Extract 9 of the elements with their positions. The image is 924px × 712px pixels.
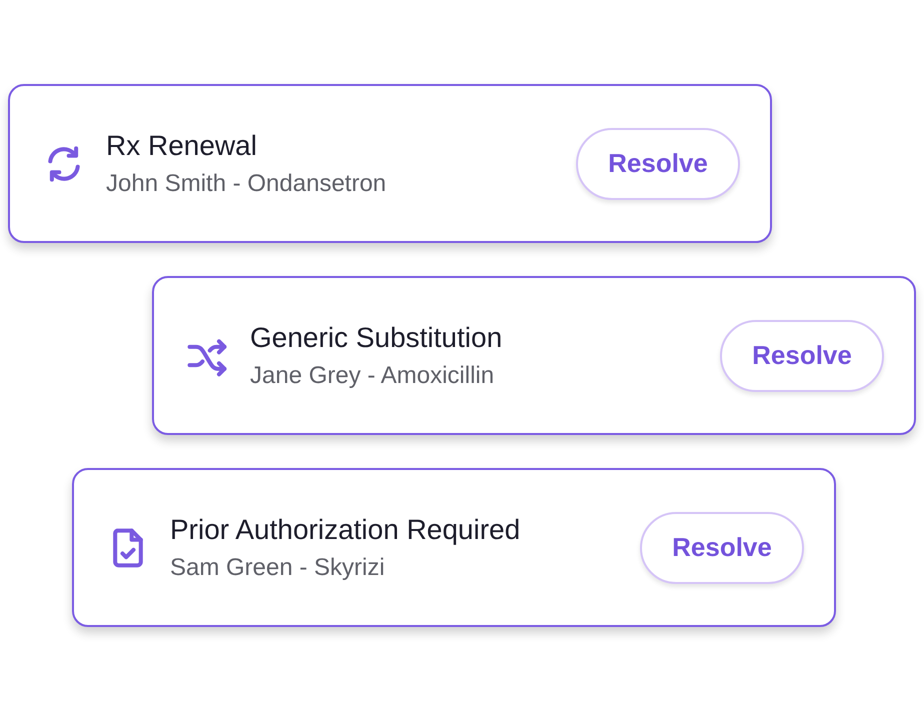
resolve-button[interactable]: Resolve <box>640 512 804 584</box>
resolve-button[interactable]: Resolve <box>720 320 884 392</box>
task-subtitle: Sam Green - Skyrizi <box>170 554 386 582</box>
resolve-button[interactable]: Resolve <box>576 128 740 200</box>
task-title: Generic Substitution <box>250 322 504 354</box>
task-subtitle: John Smith - Ondansetron <box>106 170 388 198</box>
task-subtitle: Jane Grey - Amoxicillin <box>250 362 496 390</box>
task-title: Rx Renewal <box>106 130 258 162</box>
task-title: Prior Authorization Required <box>170 514 522 546</box>
